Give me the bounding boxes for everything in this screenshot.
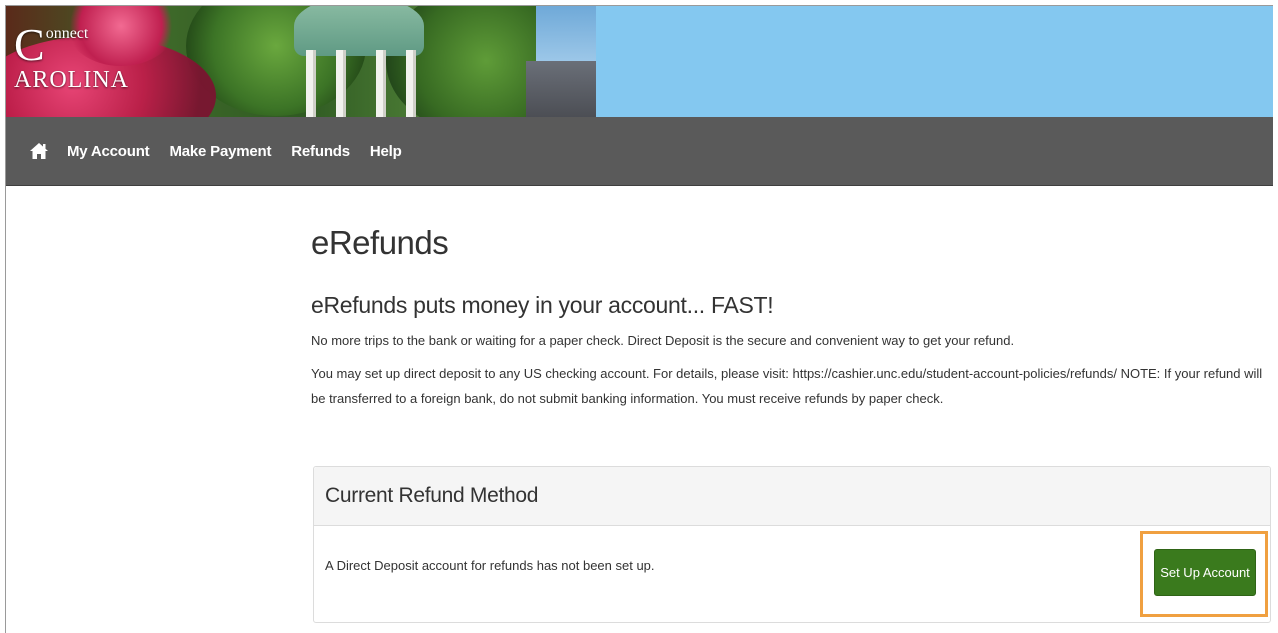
- details-text: You may set up direct deposit to any US …: [311, 366, 1263, 406]
- nav-item-help[interactable]: Help: [370, 143, 402, 160]
- panel-heading: Current Refund Method: [314, 467, 1270, 526]
- current-refund-method-panel: Current Refund Method A Direct Deposit a…: [313, 466, 1271, 623]
- nav-item-refunds[interactable]: Refunds: [291, 143, 350, 160]
- main-nav: My Account Make Payment Refunds Help: [6, 117, 1273, 186]
- page-subtitle: eRefunds puts money in your account... F…: [311, 292, 774, 318]
- refund-status-message: A Direct Deposit account for refunds has…: [325, 558, 655, 573]
- header-banner: C onnect AROLINA: [6, 6, 1273, 117]
- connect-carolina-logo[interactable]: C onnect AROLINA: [14, 19, 129, 93]
- panel-body: A Direct Deposit account for refunds has…: [314, 526, 1270, 622]
- page-title: eRefunds: [311, 224, 449, 261]
- home-icon[interactable]: [29, 141, 49, 161]
- panel-title: Current Refund Method: [325, 484, 539, 507]
- nav-item-make-payment[interactable]: Make Payment: [169, 143, 271, 160]
- intro-text: No more trips to the bank or waiting for…: [311, 333, 1015, 348]
- nav-item-my-account[interactable]: My Account: [67, 143, 150, 160]
- logo-c: C: [14, 19, 45, 70]
- set-up-account-button[interactable]: Set Up Account: [1154, 549, 1256, 596]
- app-frame: C onnect AROLINA My Account Make Payment…: [5, 5, 1273, 633]
